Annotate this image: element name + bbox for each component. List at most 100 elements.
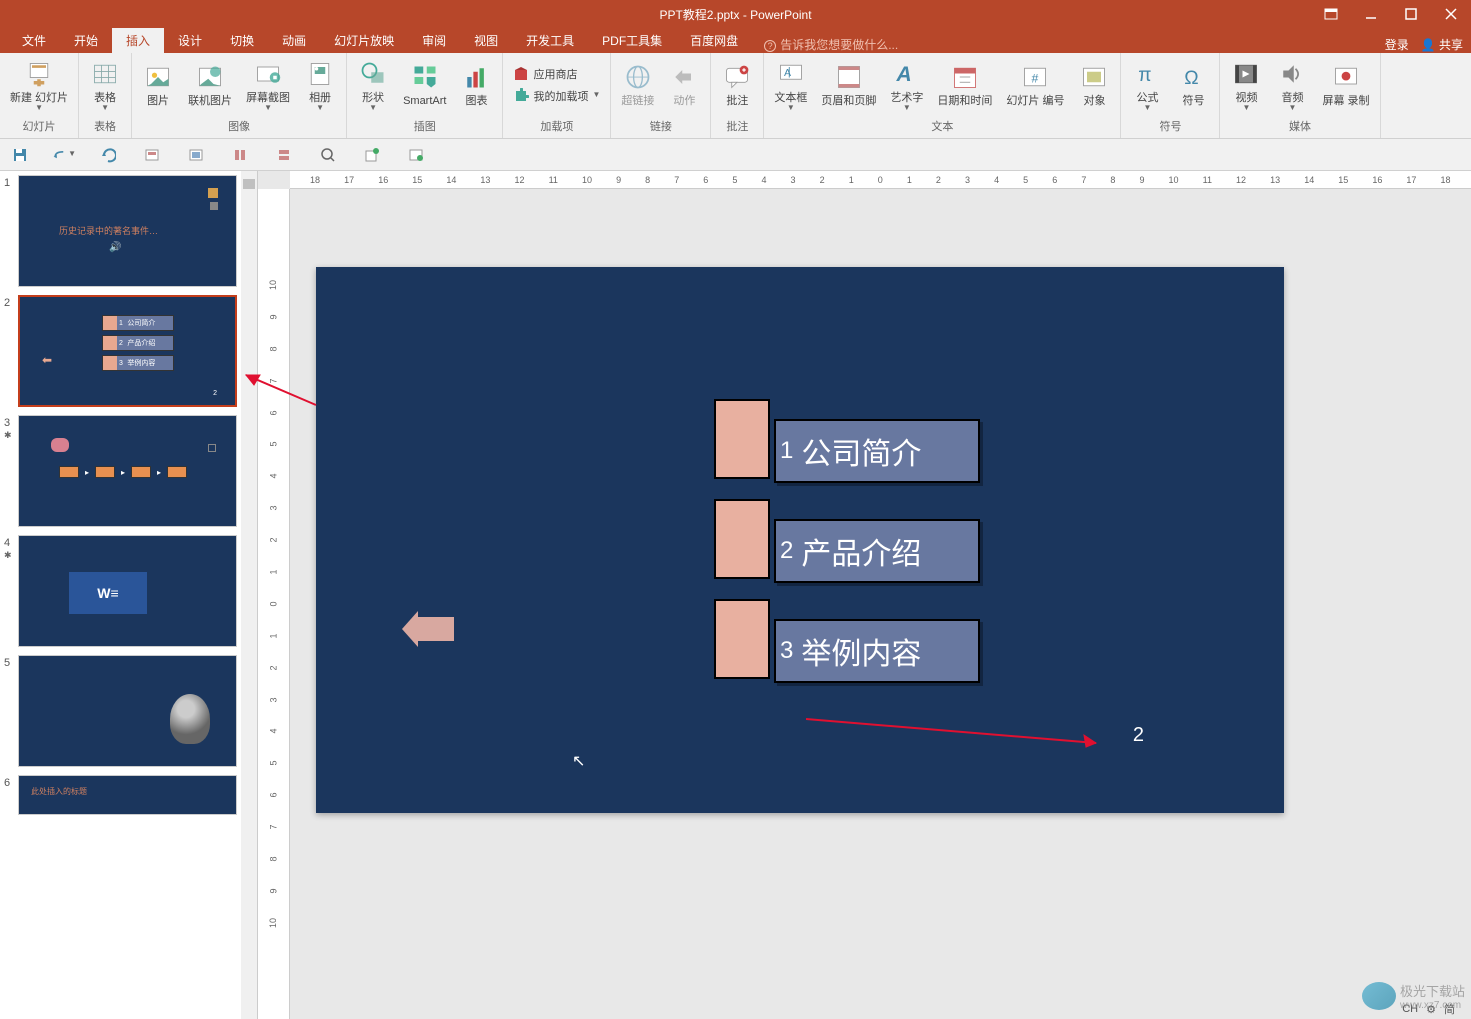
- slide-thumb-6[interactable]: 6 此处插入的标题: [4, 775, 253, 815]
- slide-canvas[interactable]: 1公司简介 2产品介绍 3举例内容 2: [316, 267, 1284, 813]
- store-label: 应用商店: [533, 66, 577, 82]
- undo-button[interactable]: ▼: [52, 143, 76, 167]
- redo-button[interactable]: [96, 143, 120, 167]
- qat-btn-10[interactable]: [404, 143, 428, 167]
- row2-text: 产品介绍: [801, 529, 921, 573]
- hyperlink-button[interactable]: 超链接: [617, 59, 658, 110]
- hyperlink-icon: [622, 61, 654, 93]
- qat-btn-7[interactable]: [272, 143, 296, 167]
- maximize-button[interactable]: [1391, 0, 1431, 28]
- qat-btn-4[interactable]: [140, 143, 164, 167]
- picture-button[interactable]: 图片: [138, 59, 178, 110]
- qat-btn-9[interactable]: [360, 143, 384, 167]
- chart-label: 图表: [465, 95, 487, 108]
- accent-square: [714, 399, 770, 479]
- myaddins-button[interactable]: 我的加载项 ▼: [509, 86, 604, 106]
- qat-btn-5[interactable]: [184, 143, 208, 167]
- headerfooter-button[interactable]: 页眉和页脚: [817, 59, 880, 110]
- comment-button[interactable]: 批注: [717, 59, 757, 110]
- word-embed-icon: W≡: [69, 572, 147, 614]
- group-tables-label: 表格: [79, 116, 131, 138]
- tab-pdf[interactable]: PDF工具集: [588, 28, 676, 53]
- scrollbar-thumb[interactable]: [243, 179, 255, 189]
- slide-thumb-3[interactable]: 3✱ ▸ ▸ ▸: [4, 415, 253, 527]
- datetime-icon: [949, 61, 981, 93]
- screenrec-button[interactable]: 屏幕 录制: [1318, 59, 1373, 110]
- tab-insert[interactable]: 插入: [112, 28, 164, 53]
- save-button[interactable]: [8, 143, 32, 167]
- tab-transitions[interactable]: 切换: [216, 28, 268, 53]
- s2n1: 1: [119, 320, 123, 327]
- myaddins-label: 我的加载项: [533, 88, 588, 104]
- video-icon: [1230, 58, 1262, 90]
- tell-me[interactable]: ?告诉我您想要做什么...: [764, 36, 898, 53]
- tab-view[interactable]: 视图: [460, 28, 512, 53]
- wordart-button[interactable]: A 艺术字 ▼: [886, 56, 927, 114]
- minimize-button[interactable]: [1351, 0, 1391, 28]
- smartart-row-2[interactable]: 2产品介绍: [714, 507, 984, 599]
- slide-thumb-2[interactable]: 2 1 公司简介 2 产品介绍 3 举例内容 ⬅ 2: [4, 295, 253, 407]
- slide-editor[interactable]: 1817161514131211109876543210123456789101…: [258, 171, 1471, 1019]
- shapes-button[interactable]: 形状 ▼: [353, 56, 393, 114]
- tab-developer[interactable]: 开发工具: [512, 28, 588, 53]
- svg-text:#: #: [1032, 71, 1039, 85]
- tab-home[interactable]: 开始: [60, 28, 112, 53]
- group-text-label: 文本: [764, 116, 1120, 138]
- annotation-arrow-thumb: [238, 371, 318, 411]
- qat-btn-8[interactable]: [316, 143, 340, 167]
- slide-thumb-5[interactable]: 5: [4, 655, 253, 767]
- smartart-row-3[interactable]: 3举例内容: [714, 607, 984, 699]
- tab-slideshow[interactable]: 幻灯片放映: [320, 28, 408, 53]
- table-button[interactable]: 表格 ▼: [85, 56, 125, 114]
- quick-access-toolbar: ▼: [0, 139, 1471, 171]
- headerfooter-icon: [833, 61, 865, 93]
- video-button[interactable]: 视频 ▼: [1226, 56, 1266, 114]
- object-button[interactable]: 对象: [1074, 59, 1114, 110]
- share-button[interactable]: 👤 共享: [1421, 36, 1463, 53]
- new-slide-button[interactable]: 新建 幻灯片 ▼: [6, 56, 72, 114]
- tab-design[interactable]: 设计: [164, 28, 216, 53]
- slide-thumb-4[interactable]: 4✱ W≡: [4, 535, 253, 647]
- chevron-down-icon: ▼: [1242, 103, 1250, 112]
- album-icon: [304, 58, 336, 90]
- smartart-button[interactable]: SmartArt: [399, 59, 450, 110]
- slide-number: 3✱: [4, 415, 18, 527]
- chart-button[interactable]: 图表: [456, 59, 496, 110]
- share-label: 共享: [1439, 38, 1463, 52]
- store-button[interactable]: 应用商店: [509, 64, 604, 84]
- online-picture-button[interactable]: 联机图片: [184, 59, 236, 110]
- slide-thumb-1[interactable]: 1 历史记录中的著名事件… 🔊: [4, 175, 253, 287]
- slidepanel-scrollbar[interactable]: [241, 171, 257, 1019]
- close-button[interactable]: [1431, 0, 1471, 28]
- slide-number: 2: [4, 295, 18, 407]
- slide-number: 5: [4, 655, 18, 767]
- qat-btn-6[interactable]: [228, 143, 252, 167]
- group-slides-label: 幻灯片: [0, 116, 78, 138]
- tab-file[interactable]: 文件: [8, 28, 60, 53]
- album-button[interactable]: 相册 ▼: [300, 56, 340, 114]
- puzzle-icon: [513, 88, 529, 104]
- textbox-button[interactable]: A 文本框 ▼: [770, 56, 811, 114]
- audio-button[interactable]: 音频 ▼: [1272, 56, 1312, 114]
- screenshot-button[interactable]: 屏幕截图 ▼: [242, 56, 294, 114]
- datetime-button[interactable]: 日期和时间: [933, 59, 996, 110]
- animation-star-icon: ✱: [4, 430, 12, 440]
- ribbon-display-options[interactable]: [1311, 0, 1351, 28]
- s2n2: 2: [119, 340, 123, 347]
- equation-button[interactable]: π 公式 ▼: [1127, 56, 1167, 114]
- slide6-title: 此处插入的标题: [31, 786, 87, 797]
- tab-animations[interactable]: 动画: [268, 28, 320, 53]
- login-link[interactable]: 登录: [1385, 36, 1409, 53]
- action-button[interactable]: 动作: [664, 59, 704, 110]
- new-slide-icon: [23, 58, 55, 90]
- slidenum-button[interactable]: # 幻灯片 编号: [1002, 59, 1068, 110]
- svg-text:A: A: [895, 63, 911, 86]
- tab-baidu[interactable]: 百度网盘: [676, 28, 752, 53]
- tab-review[interactable]: 审阅: [408, 28, 460, 53]
- speaker-icon: 🔊: [109, 242, 121, 253]
- slide-panel[interactable]: 1 历史记录中的著名事件… 🔊 2 1 公司简介 2 产品介绍 3 举例内容 ⬅…: [0, 171, 258, 1019]
- arrow-left-shape[interactable]: [418, 617, 454, 641]
- symbol-button[interactable]: Ω 符号: [1173, 59, 1213, 110]
- smartart-row-1[interactable]: 1公司简介: [714, 407, 984, 499]
- action-icon: [668, 61, 700, 93]
